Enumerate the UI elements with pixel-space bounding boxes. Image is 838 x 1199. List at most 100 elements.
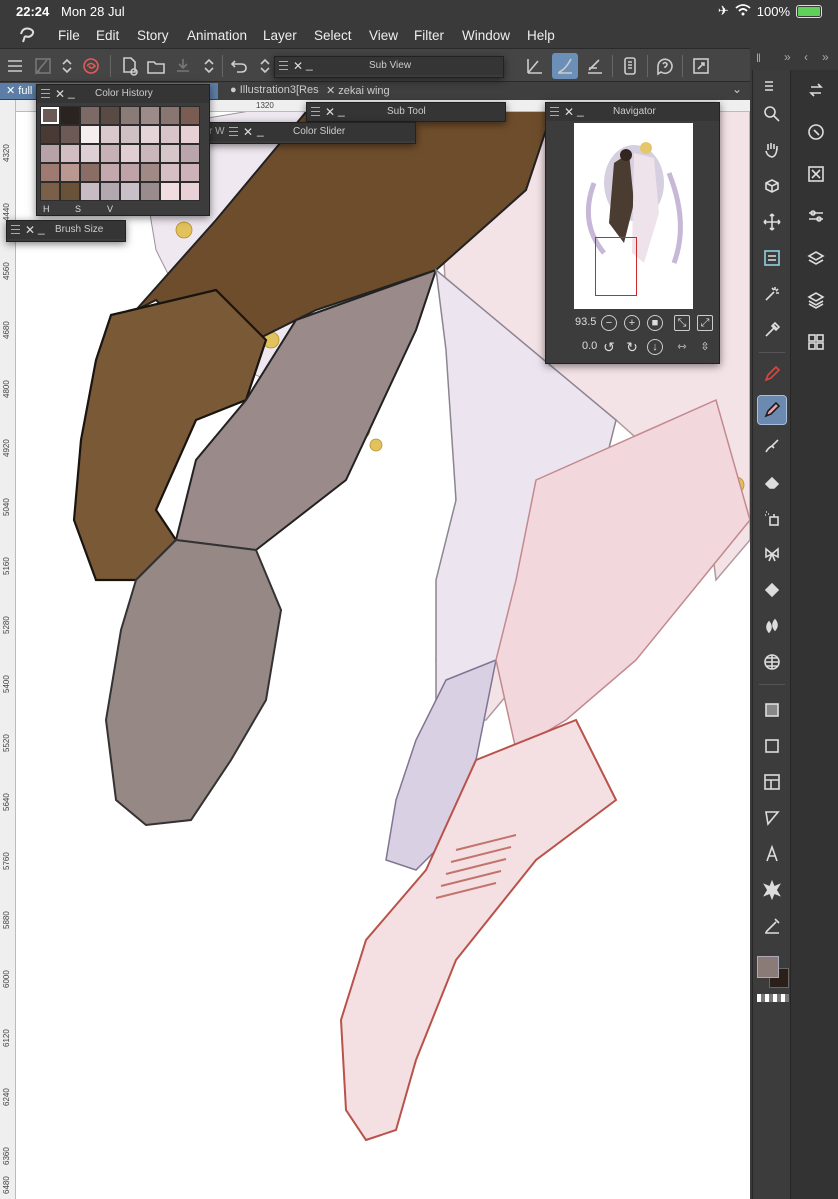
color-swatch[interactable] [180, 182, 200, 201]
navigator-preview[interactable] [574, 123, 693, 309]
minimize-icon[interactable]: _ [68, 85, 75, 99]
color-swatch[interactable] [140, 125, 160, 144]
menu-select[interactable]: Select [314, 28, 352, 43]
color-swatch[interactable] [180, 125, 200, 144]
transparent-color-swatch[interactable] [757, 994, 789, 1002]
color-swatch[interactable] [80, 144, 100, 163]
brush-icon[interactable] [552, 53, 578, 79]
minimize-icon[interactable]: _ [306, 57, 313, 71]
color-swatch[interactable] [40, 144, 60, 163]
color-swatch[interactable] [160, 125, 180, 144]
collapse-icon[interactable]: » [784, 50, 791, 64]
fit-icon[interactable]: ■ [647, 315, 663, 331]
help-icon[interactable] [652, 53, 678, 79]
airbrush-icon[interactable] [758, 504, 786, 532]
color-swatch[interactable] [180, 163, 200, 182]
color-swatch[interactable] [160, 182, 180, 201]
logo-icon[interactable] [78, 53, 104, 79]
ruler-icon[interactable] [758, 804, 786, 832]
target-icon[interactable] [804, 120, 828, 144]
menu-window[interactable]: Window [462, 28, 510, 43]
color-swatch[interactable] [100, 182, 120, 201]
close-icon[interactable]: ✕ [243, 125, 253, 139]
pen-icon[interactable] [522, 53, 548, 79]
color-swatch[interactable] [60, 144, 80, 163]
text-icon[interactable] [758, 840, 786, 868]
color-swatch[interactable] [140, 163, 160, 182]
navigator-palette[interactable]: ✕ _ Navigator 93.5 − + ■ ⤡ ⤢ 0.0 ↺ ↻ ↓ ⇿… [545, 102, 720, 364]
save-icon[interactable] [170, 53, 196, 79]
palette-header[interactable]: ✕ _ Sub View [275, 57, 503, 75]
frame-icon[interactable] [758, 768, 786, 796]
tab-zekai-wing[interactable]: ✕ zekai wing [320, 83, 396, 99]
zoom-in-icon[interactable]: + [624, 315, 640, 331]
grip-icon[interactable] [279, 61, 288, 70]
close-icon[interactable]: ✕ [55, 87, 65, 101]
color-swatch[interactable] [160, 106, 180, 125]
menu-filter[interactable]: Filter [414, 28, 444, 43]
color-swatch[interactable] [80, 163, 100, 182]
color-swatch[interactable] [140, 182, 160, 201]
brush-icon[interactable] [758, 432, 786, 460]
perspective-icon[interactable] [758, 648, 786, 676]
layer-property-icon[interactable] [804, 246, 828, 270]
color-swatch[interactable] [40, 106, 60, 125]
close-layer-icon[interactable] [804, 162, 828, 186]
tab-s[interactable]: S [75, 204, 81, 214]
new-canvas-icon[interactable] [116, 53, 142, 79]
layers-icon[interactable] [804, 288, 828, 312]
dock-grip-icon[interactable]: ‖ [756, 51, 761, 65]
auto-select-icon[interactable] [758, 280, 786, 308]
color-swatch[interactable] [60, 163, 80, 182]
palette-header[interactable]: r W ✕ _ Color Slider [207, 123, 415, 141]
menu-animation[interactable]: Animation [187, 28, 247, 43]
color-slider-palette[interactable]: r W ✕ _ Color Slider [206, 122, 416, 144]
rotation-value[interactable]: 0.0 [582, 340, 597, 352]
color-swatch[interactable] [160, 163, 180, 182]
tab-v[interactable]: V [107, 204, 113, 214]
fullscreen-icon[interactable] [688, 53, 714, 79]
device-icon[interactable] [617, 53, 643, 79]
menu-edit[interactable]: Edit [96, 28, 119, 43]
palette-header[interactable]: ✕ _ Navigator [546, 103, 719, 121]
grip-icon[interactable] [229, 127, 238, 136]
menu-story[interactable]: Story [137, 28, 169, 43]
grip-icon[interactable] [550, 107, 559, 116]
color-swatch[interactable] [80, 106, 100, 125]
color-swatch[interactable] [100, 125, 120, 144]
collapse-right-icon[interactable]: » [822, 50, 829, 64]
grip-icon[interactable] [11, 225, 20, 234]
color-swatch[interactable] [40, 125, 60, 144]
palette-header[interactable]: ✕ _ Brush Size [7, 221, 125, 239]
actual-size-icon[interactable]: ⤢ [697, 315, 713, 331]
stepper-icon[interactable] [54, 53, 80, 79]
color-swatch[interactable] [60, 125, 80, 144]
color-swatch[interactable] [140, 106, 160, 125]
material-icon[interactable] [804, 330, 828, 354]
decoration-icon[interactable] [758, 540, 786, 568]
menu-help[interactable]: Help [527, 28, 555, 43]
blend-icon[interactable] [758, 612, 786, 640]
minimize-icon[interactable]: _ [38, 221, 45, 235]
menu-file[interactable]: File [58, 28, 80, 43]
palette-header[interactable]: ✕ _ Color History [37, 85, 209, 103]
color-swatch[interactable] [80, 182, 100, 201]
flip-vertical-icon[interactable]: ⇳ [697, 339, 713, 355]
color-swatch[interactable] [80, 125, 100, 144]
grip-icon[interactable] [311, 107, 320, 116]
close-icon[interactable]: ✕ [326, 85, 338, 97]
color-swatch[interactable] [100, 163, 120, 182]
close-icon[interactable]: ✕ [564, 105, 574, 119]
correction-icon[interactable] [758, 912, 786, 940]
rectangle-icon[interactable] [758, 732, 786, 760]
color-swatch[interactable] [120, 144, 140, 163]
fit-window-icon[interactable]: ⤡ [674, 315, 690, 331]
grip-icon[interactable] [41, 89, 50, 98]
tab-illustration3[interactable]: ● Illustration3[Res [224, 83, 325, 99]
close-icon[interactable]: ✕ [6, 85, 18, 97]
move-icon[interactable] [758, 208, 786, 236]
zoom-icon[interactable] [758, 100, 786, 128]
color-swatch[interactable] [40, 182, 60, 201]
eyedropper-icon[interactable] [758, 316, 786, 344]
menu-layer[interactable]: Layer [263, 28, 297, 43]
